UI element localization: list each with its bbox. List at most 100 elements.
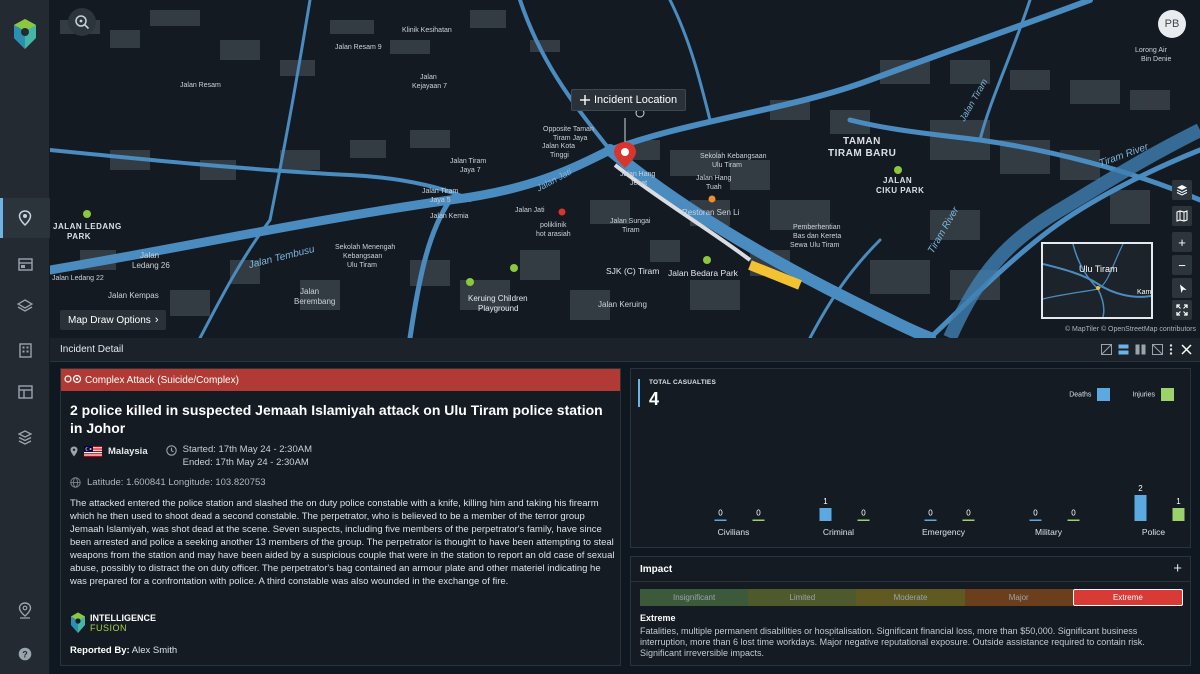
map-label: Kejayaan 7 — [412, 83, 448, 90]
map-style-button[interactable] — [1172, 206, 1192, 226]
map-attribution[interactable]: © MapTiler © OpenStreetMap contributors — [1065, 326, 1196, 333]
data-label: 1 — [1176, 497, 1181, 506]
map-label: Ledang 26 — [132, 261, 170, 270]
map-label: Klinik Kesihatan — [402, 27, 452, 34]
bar-injuries-criminal[interactable] — [857, 519, 870, 522]
impact-divider — [631, 581, 1190, 582]
coordinates-text: Latitude: 1.600841 Longitude: 103.820753 — [87, 477, 266, 488]
layout-split-horizontal-icon[interactable] — [1118, 342, 1129, 355]
map-label: Jalan — [140, 251, 160, 260]
data-label: 0 — [1071, 509, 1076, 518]
building-icon — [18, 342, 32, 358]
zoom-in-button[interactable]: + — [1172, 232, 1192, 252]
bar-deaths-civilians[interactable] — [714, 519, 727, 522]
close-icon[interactable] — [1181, 342, 1192, 355]
layout-map-only-icon[interactable] — [1101, 342, 1112, 355]
map-label: Jalan Keruing — [598, 300, 647, 309]
minimap[interactable]: Ulu Tiram Kam — [1041, 242, 1153, 319]
clock-icon — [165, 445, 177, 456]
layout-split-vertical-icon[interactable] — [1135, 342, 1146, 355]
map-draw-options-button[interactable]: Map Draw Options › — [60, 310, 167, 330]
map-label: Keruing Children — [468, 294, 528, 303]
map-label: SJK (C) Tiram — [606, 266, 660, 276]
map-label: Jalan Bedara Park — [668, 268, 738, 278]
more-options-icon[interactable] — [1169, 342, 1175, 355]
map-label: Tuah — [706, 184, 722, 191]
incident-detail-header: Incident Detail — [50, 338, 1200, 362]
bar-deaths-police[interactable] — [1134, 495, 1147, 521]
bar-deaths-military[interactable] — [1029, 519, 1042, 522]
map-label: Restoran Sen Li — [682, 208, 740, 217]
reported-by-label: Reported By: — [70, 645, 130, 656]
map-label: Jalan Jati — [515, 207, 545, 214]
map-label: Ulu Tiram — [347, 262, 377, 269]
category-bar: Complex Attack (Suicide/Complex) — [61, 369, 620, 391]
incident-dates: Started: 17th May 24 - 2:30AM Ended: 17t… — [165, 443, 312, 469]
map-search-button[interactable] — [68, 8, 96, 36]
data-label: 0 — [928, 509, 933, 518]
sidebar-item-feed[interactable] — [0, 244, 50, 284]
map-label: Ulu Tiram — [712, 162, 742, 169]
app-logo-icon[interactable] — [12, 18, 38, 50]
bar-deaths-emergency[interactable] — [924, 519, 937, 522]
casualties-chart: 0 0Civilians10Criminal0 0Emergency0 0Milita… — [714, 484, 1185, 537]
map-label: hot arasiah — [536, 231, 571, 238]
impact-level-limited[interactable]: Limited — [748, 589, 857, 606]
category-label: Emergency — [922, 527, 966, 537]
map-label: Lorong Air — [1135, 47, 1167, 54]
layout-detail-only-icon[interactable] — [1152, 342, 1163, 355]
compass-button[interactable] — [1172, 278, 1192, 298]
sidebar-item-map[interactable] — [0, 198, 50, 238]
map-label: Jalan Tiram — [422, 188, 459, 195]
map-view[interactable]: TAMAN TIRAM BARU JALAN CIKU PARK JALAN L… — [50, 0, 1200, 338]
globe-icon — [70, 477, 81, 488]
impact-level-major[interactable]: Major — [964, 589, 1073, 606]
map-label: Jalan — [300, 287, 320, 296]
map-label: Pemberhentian — [793, 224, 841, 231]
map-label: Jalan Hang — [620, 171, 656, 178]
sidebar-item-buildings[interactable] — [0, 330, 50, 370]
sidebar-item-help[interactable]: ? — [0, 634, 50, 674]
map-label: TIRAM BARU — [828, 148, 897, 159]
incident-description: The attacked entered the police station … — [70, 498, 615, 587]
sidebar-item-layers[interactable] — [0, 286, 50, 326]
impact-level-extreme[interactable]: Extreme — [1072, 589, 1184, 606]
zoom-search-icon — [75, 15, 90, 30]
sidebar-item-locations[interactable] — [0, 590, 50, 630]
map-label: Jaya 5 — [430, 197, 451, 204]
impact-panel: Impact + Insignificant Limited Moderate Maj… — [630, 556, 1191, 666]
map-label: Jalan Kemia — [430, 213, 469, 220]
minus-icon: − — [1178, 257, 1186, 273]
source-logo: INTELLIGENCE FUSION — [70, 612, 156, 634]
sidebar-item-dashboard[interactable] — [0, 372, 50, 412]
layers-toggle-button[interactable] — [1172, 180, 1192, 200]
bar-injuries-emergency[interactable] — [962, 519, 975, 522]
bar-injuries-military[interactable] — [1067, 519, 1080, 522]
user-avatar[interactable]: PB — [1158, 10, 1186, 38]
bar-injuries-civilians[interactable] — [752, 519, 765, 522]
bar-deaths-criminal[interactable] — [819, 508, 832, 521]
impact-title: Impact — [640, 564, 673, 575]
dashboard-icon — [17, 385, 33, 399]
chevron-right-icon: › — [154, 314, 159, 326]
map-book-icon — [1176, 210, 1188, 222]
data-label: 0 — [1033, 509, 1038, 518]
map-label: Opposite Taman — [543, 126, 594, 133]
map-label: Bin Denie — [1141, 56, 1172, 63]
location-marker-icon — [70, 446, 78, 457]
map-label: Berembang — [294, 297, 336, 306]
app-root: ? TAMAN TIRAM BARU JALAN CIKU PARK JALAN… — [0, 0, 1200, 674]
incident-location-tag[interactable]: Incident Location — [571, 89, 687, 111]
map-label: Sekolah Kebangsaan — [700, 153, 767, 160]
data-label: 0 — [861, 509, 866, 518]
map-label: Jalan Kota — [542, 143, 576, 150]
impact-level-moderate[interactable]: Moderate — [856, 589, 965, 606]
fullscreen-button[interactable] — [1172, 300, 1192, 320]
source-name-line2: FUSION — [90, 623, 128, 633]
impact-level-insignificant[interactable]: Insignificant — [640, 589, 749, 606]
map-label: Tiram — [622, 227, 640, 234]
impact-add-button[interactable]: + — [1173, 560, 1182, 577]
sidebar-item-stack[interactable] — [0, 418, 50, 458]
zoom-out-button[interactable]: − — [1172, 255, 1192, 275]
bar-injuries-police[interactable] — [1172, 508, 1185, 521]
